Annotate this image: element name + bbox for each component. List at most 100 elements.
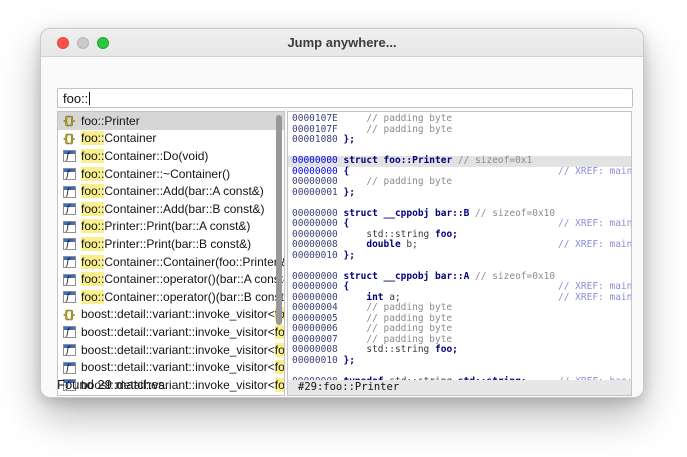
token-name: foo; [435, 344, 458, 355]
address: 00000000 [292, 155, 338, 166]
code-line: 00000010 }; [292, 356, 631, 367]
xref-comment: // XREF: main [558, 219, 632, 230]
traffic-lights [57, 37, 109, 49]
list-item-label: foo::Container::~Container() [81, 167, 230, 181]
match-highlight: foo:: [81, 184, 104, 198]
list-item[interactable]: f foo::Container::Container(foo::Printer … [58, 253, 284, 271]
address: 00000000 [292, 218, 338, 229]
match-highlight: foo:: [81, 219, 104, 233]
code-line: 00000001 }; [292, 188, 631, 199]
list-item[interactable]: f foo::Container::~Container() [58, 165, 284, 183]
results-list: {}foo::Printer{}foo::Containerffoo::Cont… [58, 112, 284, 394]
code-line: 00000010 }; [292, 251, 631, 262]
list-scrollbar-thumb[interactable] [276, 115, 282, 325]
token-plain: std::string [338, 229, 435, 240]
function-icon: f [63, 168, 76, 180]
list-item[interactable]: ffoo::Container::Add(bar::B const&) [58, 200, 284, 218]
struct-icon: {} [63, 132, 76, 145]
function-icon: f [63, 274, 76, 286]
match-highlight: foo:: [275, 360, 284, 374]
address: 00000008 [292, 344, 338, 355]
list-item-label: foo::Container::operator()(bar::B const&… [81, 290, 284, 304]
code-status-text: #29:foo::Printer [298, 381, 399, 393]
function-icon: f [63, 291, 76, 303]
list-item[interactable]: ffoo::Printer::Print(bar::A const&) [58, 218, 284, 236]
close-button[interactable] [57, 37, 69, 49]
match-count-status: Found 29 matches. [57, 377, 168, 392]
match-highlight: foo:: [81, 202, 104, 216]
token-kw: struct __cppobj [338, 208, 435, 219]
list-item[interactable]: fboost::detail::variant::invoke_visitor<… [58, 358, 284, 376]
function-icon: f [63, 186, 76, 198]
search-input[interactable]: foo:: [57, 88, 633, 108]
match-highlight: foo:: [81, 131, 104, 145]
list-item[interactable]: {} foo::Container [58, 130, 284, 148]
address: 00000010 [292, 355, 338, 366]
match-highlight: foo:: [81, 290, 104, 304]
list-item[interactable]: f boost::detail::variant::invoke_visitor<… [58, 323, 284, 341]
token-type: bar::A [435, 271, 475, 282]
titlebar[interactable]: Jump anywhere... [41, 29, 643, 57]
code-listing: 0000107E // padding byte0000107F // padd… [292, 114, 631, 387]
search-input-value: foo:: [63, 91, 88, 106]
jump-anywhere-window: Jump anywhere... foo:: {}foo::Printer{}f… [40, 28, 644, 398]
list-item[interactable]: f foo::Container::operator()(bar::A const… [58, 270, 284, 288]
match-highlight: foo:: [275, 343, 284, 357]
function-icon: f [63, 221, 76, 233]
token-kw: }; [338, 355, 355, 366]
token-kw: struct [338, 155, 384, 166]
text-cursor [89, 92, 90, 105]
token-comment: // padding byte [338, 124, 452, 135]
address: 00000000 [292, 208, 338, 219]
token-kw: int [338, 292, 389, 303]
list-item-label: foo::Container::operator()(bar::A const&… [81, 272, 284, 286]
list-item[interactable]: f foo::Container::Add(bar::A const&) [58, 182, 284, 200]
address: 00000010 [292, 250, 338, 261]
xref-comment: // XREF: main [558, 167, 632, 178]
address: 00000005 [292, 313, 338, 324]
match-highlight: foo:: [81, 272, 104, 286]
function-icon: f [63, 256, 76, 268]
minimize-button[interactable] [77, 37, 89, 49]
address: 00000007 [292, 334, 338, 345]
address: 00000000 [292, 292, 338, 303]
xref-comment: // XREF: main [558, 240, 632, 251]
list-item[interactable]: {}boost::detail::variant::invoke_visitor… [58, 306, 284, 324]
function-icon: f [63, 326, 76, 338]
list-item[interactable]: fboost::detail::variant::invoke_visitor<… [58, 341, 284, 359]
token-comment: // sizeof=0x1 [458, 155, 532, 166]
list-item-label: foo::Printer [81, 114, 140, 128]
list-item-label: boost::detail::variant::invoke_visitor<f… [81, 307, 284, 321]
token-kw: { [338, 166, 349, 177]
list-item-label: boost::detail::variant::invoke_visitor<f… [81, 343, 284, 357]
address: 00000000 [292, 176, 338, 187]
list-item-label: foo::Container::Add(bar::A const&) [81, 184, 264, 198]
token-type: foo::Printer [384, 155, 458, 166]
address: 00000000 [292, 271, 338, 282]
address: 00000000 [292, 229, 338, 240]
list-item[interactable]: ffoo::Printer::Print(bar::B const&) [58, 235, 284, 253]
list-item[interactable]: {} foo::Printer [58, 112, 284, 130]
token-plain: b; [406, 239, 417, 250]
code-preview-panel[interactable]: 0000107E // padding byte0000107F // padd… [287, 111, 632, 396]
list-item[interactable]: f foo::Container::operator()(bar::B const… [58, 288, 284, 306]
address: 00000001 [292, 187, 338, 198]
token-kw: double [338, 239, 407, 250]
address: 00001080 [292, 134, 338, 145]
results-panel[interactable]: {}foo::Printer{}foo::Containerffoo::Cont… [57, 111, 285, 396]
list-item-label: foo::Container [81, 131, 156, 145]
token-comment: // padding byte [338, 334, 452, 345]
match-highlight: foo:: [275, 378, 284, 392]
struct-icon: {} [63, 114, 76, 127]
token-comment: // padding byte [338, 323, 452, 334]
token-plain: a; [389, 292, 400, 303]
xref-comment: // XREF: main [558, 282, 632, 293]
desktop-background: Jump anywhere... foo:: {}foo::Printer{}f… [0, 0, 687, 457]
list-item-label: foo::Printer::Print(bar::B const&) [81, 237, 251, 251]
list-item-label: foo::Container::Container(foo::Printer &… [81, 255, 284, 269]
token-kw: }; [338, 250, 355, 261]
zoom-button[interactable] [97, 37, 109, 49]
match-highlight: foo:: [81, 237, 104, 251]
list-item[interactable]: ffoo::Container::Do(void) [58, 147, 284, 165]
list-item-label: boost::detail::variant::invoke_visitor<f… [81, 325, 284, 339]
